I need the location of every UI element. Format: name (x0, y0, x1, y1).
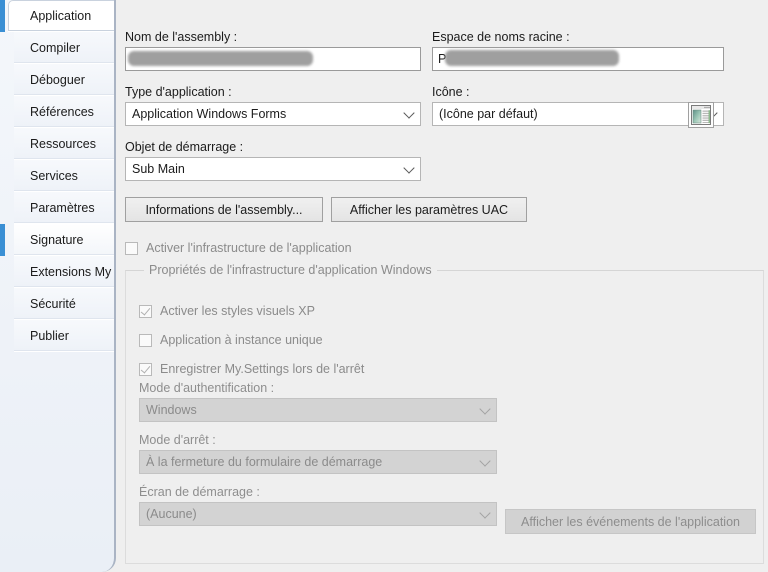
auth-mode-group: Mode d'authentification : Windows (139, 381, 497, 422)
sidebar-tab-label: Ressources (30, 136, 96, 151)
sidebar-tab-publier[interactable]: Publier (14, 320, 114, 352)
root-namespace-input[interactable]: P (432, 47, 724, 71)
group-title: Propriétés de l'infrastructure d'applica… (144, 263, 437, 277)
shutdown-mode-group: Mode d'arrêt : À la fermeture du formula… (139, 433, 497, 474)
assembly-name-group: Nom de l'assembly : (125, 30, 421, 71)
startup-object-dropdown[interactable]: Sub Main (125, 157, 421, 181)
windows-app-framework-properties-group: Propriétés de l'infrastructure d'applica… (125, 263, 764, 564)
application-window-icon (691, 105, 711, 125)
sidebar-tab-strip: Application Compiler Déboguer Références Res… (0, 0, 116, 572)
root-namespace-redaction (445, 50, 619, 66)
root-namespace-group: Espace de noms racine : P (432, 30, 724, 71)
groupbox-checkbox-row: Activer les styles visuels XP (139, 301, 364, 321)
sidebar-tab-s-curit[interactable]: Sécurité (14, 288, 114, 320)
splash-screen-value: (Aucune) (146, 507, 197, 521)
sidebar-tab-label: Publier (30, 328, 69, 343)
sidebar-tab-label: Paramètres (30, 200, 95, 215)
sidebar-tab-label: Références (30, 104, 94, 119)
assembly-info-button[interactable]: Informations de l'assembly... (125, 197, 323, 222)
sidebar-tab-signature[interactable]: Signature (0, 224, 114, 256)
shutdown-mode-label: Mode d'arrêt : (139, 433, 216, 447)
assembly-name-redaction (128, 51, 313, 66)
view-application-events-button: Afficher les événements de l'application (505, 509, 756, 534)
enable-app-framework-label: Activer l'infrastructure de l'applicatio… (146, 241, 352, 255)
icon-preview-button[interactable] (688, 102, 714, 128)
application-type-label: Type d'application : (125, 85, 232, 99)
group-checkbox-list: Activer les styles visuels XP Application… (139, 301, 364, 388)
uac-settings-button[interactable]: Afficher les paramètres UAC (331, 197, 527, 222)
icon-group: Icône : (Icône par défaut) (432, 85, 724, 126)
tab-accent-bar (0, 32, 5, 64)
root-namespace-label: Espace de noms racine : (432, 30, 570, 44)
chevron-down-icon (403, 107, 415, 119)
sidebar-tab-label: Déboguer (30, 72, 85, 87)
enable-app-framework-checkbox[interactable] (125, 241, 138, 255)
project-properties-window: Application Compiler Déboguer Références Res… (0, 0, 768, 572)
assembly-name-label: Nom de l'assembly : (125, 30, 238, 44)
groupbox-checkbox-row: Application à instance unique (139, 330, 364, 350)
groupbox-checkbox-label: Application à instance unique (160, 333, 323, 347)
sidebar-tab-application[interactable]: Application (0, 0, 114, 32)
splash-screen-label: Écran de démarrage : (139, 485, 260, 499)
auth-mode-label: Mode d'authentification : (139, 381, 275, 395)
sidebar-tab-param-tres[interactable]: Paramètres (14, 192, 114, 224)
tab-accent-bar (0, 160, 5, 192)
groupbox-checkbox (139, 362, 152, 376)
tab-accent-bar (0, 128, 5, 160)
tab-accent-bar (0, 320, 5, 352)
tab-accent-bar (0, 256, 5, 288)
sidebar-tab-ressources[interactable]: Ressources (14, 128, 114, 160)
groupbox-checkbox (139, 333, 152, 347)
application-type-value: Application Windows Forms (132, 107, 287, 121)
application-type-group: Type d'application : Application Windows… (125, 85, 421, 126)
shutdown-mode-dropdown: À la fermeture du formulaire de démarrag… (139, 450, 497, 474)
groupbox-checkbox-label: Activer les styles visuels XP (160, 304, 315, 318)
sidebar-tab-label: Application (30, 8, 92, 23)
auth-mode-value: Windows (146, 403, 197, 417)
application-type-dropdown[interactable]: Application Windows Forms (125, 102, 421, 126)
sidebar-tab-label: Signature (30, 232, 84, 247)
splash-screen-group: Écran de démarrage : (Aucune) (139, 485, 497, 526)
startup-object-label: Objet de démarrage : (125, 140, 244, 154)
tab-accent-bar (0, 224, 5, 256)
chevron-down-icon (479, 403, 491, 415)
chevron-down-icon (479, 455, 491, 467)
chevron-down-icon (479, 507, 491, 519)
groupbox-checkbox-label: Enregistrer My.Settings lors de l'arrêt (160, 362, 365, 376)
groupbox-checkbox (139, 304, 152, 318)
sidebar-tab-d-boguer[interactable]: Déboguer (14, 64, 114, 96)
auth-mode-dropdown: Windows (139, 398, 497, 422)
enable-app-framework-checkbox-row[interactable]: Activer l'infrastructure de l'applicatio… (125, 238, 352, 258)
tab-accent-bar (0, 0, 5, 32)
sidebar-tab-label: Sécurité (30, 296, 76, 311)
sidebar-tab-compiler[interactable]: Compiler (14, 32, 114, 64)
tab-list: Application Compiler Déboguer Références Res… (0, 0, 114, 352)
tab-accent-bar (0, 192, 5, 224)
sidebar-tab-r-f-rences[interactable]: Références (14, 96, 114, 128)
icon-dropdown[interactable]: (Icône par défaut) (432, 102, 724, 126)
icon-label: Icône : (432, 85, 470, 99)
shutdown-mode-value: À la fermeture du formulaire de démarrag… (146, 455, 383, 469)
groupbox-checkbox-row: Enregistrer My.Settings lors de l'arrêt (139, 359, 364, 379)
application-settings-pane: Nom de l'assembly : Espace de noms racin… (118, 0, 768, 572)
icon-value: (Icône par défaut) (439, 107, 538, 121)
tab-accent-bar (0, 288, 5, 320)
sidebar-tab-services[interactable]: Services (14, 160, 114, 192)
tab-accent-bar (0, 96, 5, 128)
startup-object-value: Sub Main (132, 162, 185, 176)
startup-object-group: Objet de démarrage : Sub Main (125, 140, 421, 181)
tab-accent-bar (0, 64, 5, 96)
sidebar-tab-extensions-my[interactable]: Extensions My (14, 256, 114, 288)
splash-screen-dropdown: (Aucune) (139, 502, 497, 526)
sidebar-tab-label: Extensions My (30, 264, 112, 279)
chevron-down-icon (403, 162, 415, 174)
sidebar-tab-label: Services (30, 168, 78, 183)
sidebar-tab-label: Compiler (30, 40, 81, 55)
assembly-name-input[interactable] (125, 47, 421, 71)
